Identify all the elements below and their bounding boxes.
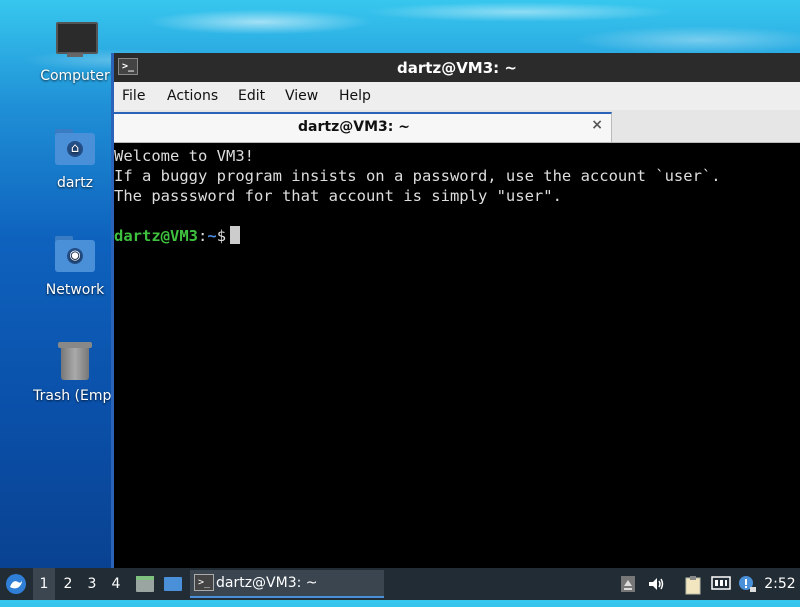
start-menu-button[interactable] xyxy=(2,568,30,600)
desktop-icon-computer[interactable]: Computer xyxy=(25,18,125,84)
eject-icon[interactable] xyxy=(619,575,637,593)
window-title: dartz@VM3: ~ xyxy=(397,59,517,77)
terminal-line: If a buggy program insists on a password… xyxy=(114,167,721,185)
prompt-symbol: $ xyxy=(216,227,227,245)
terminal-icon: >_ xyxy=(194,574,214,591)
menu-help[interactable]: Help xyxy=(339,88,371,104)
terminal-line: The passsword for that account is simply… xyxy=(114,187,562,205)
desktop-icon-label: Trash (Empt xyxy=(33,388,117,404)
desktop-icon-label: Computer xyxy=(40,68,110,84)
workspace-1[interactable]: 1 xyxy=(33,568,55,600)
app-menu-icon xyxy=(6,574,26,594)
computer-icon xyxy=(53,18,98,62)
menu-edit[interactable]: Edit xyxy=(238,88,265,104)
desktop-icon-home-folder[interactable]: ⌂ dartz xyxy=(25,125,125,191)
terminal-window[interactable]: >_ dartz@VM3: ~ File Actions Edit View H… xyxy=(111,53,800,568)
volume-icon[interactable] xyxy=(647,575,665,593)
workspace-3[interactable]: 3 xyxy=(81,568,103,600)
menu-view[interactable]: View xyxy=(285,88,318,104)
trash-icon xyxy=(53,338,97,382)
menu-file[interactable]: File xyxy=(122,88,145,104)
clipboard-icon[interactable] xyxy=(684,575,702,595)
network-folder-icon: ◉ xyxy=(53,232,97,276)
show-desktop-icon xyxy=(164,577,182,591)
terminal-line: Welcome to VM3! xyxy=(114,147,254,165)
prompt-path: ~ xyxy=(207,227,217,245)
tab-bar: dartz@VM3: ~ × xyxy=(114,110,800,143)
menu-actions[interactable]: Actions xyxy=(167,88,218,104)
network-status-icon[interactable] xyxy=(711,575,731,593)
taskbar-task-terminal[interactable]: >_ dartz@VM3: ~ xyxy=(190,570,384,598)
tab-terminal[interactable]: dartz@VM3: ~ × xyxy=(114,112,612,142)
prompt-separator: : xyxy=(198,227,208,245)
taskbar: 1 2 3 4 >_ dartz@VM3: ~ 2:52 xyxy=(0,568,800,600)
tab-label: dartz@VM3: ~ xyxy=(298,119,410,135)
desktop-icon-label: Network xyxy=(45,282,105,298)
home-folder-icon: ⌂ xyxy=(53,125,97,169)
terminal-output[interactable]: Welcome to VM3! If a buggy program insis… xyxy=(114,144,800,568)
file-manager-launcher[interactable] xyxy=(133,568,157,600)
workspace-2[interactable]: 2 xyxy=(57,568,79,600)
desktop-icon-trash[interactable]: Trash (Empt xyxy=(25,338,125,404)
close-tab-icon[interactable]: × xyxy=(591,117,603,133)
clock[interactable]: 2:52 xyxy=(762,568,798,600)
menu-bar: File Actions Edit View Help xyxy=(114,82,800,110)
text-cursor xyxy=(230,226,241,244)
file-manager-icon xyxy=(136,576,154,592)
show-desktop-button[interactable] xyxy=(161,568,185,600)
prompt-user: dartz@VM3 xyxy=(114,227,198,245)
taskbar-task-label: dartz@VM3: ~ xyxy=(216,575,318,591)
desktop-icon-network[interactable]: ◉ Network xyxy=(25,232,125,298)
window-titlebar[interactable]: >_ dartz@VM3: ~ xyxy=(114,53,800,82)
notification-icon[interactable] xyxy=(737,575,756,593)
terminal-prompt: dartz@VM3:~$ xyxy=(114,226,800,246)
desktop-icon-label: dartz xyxy=(56,175,94,191)
workspace-4[interactable]: 4 xyxy=(105,568,127,600)
